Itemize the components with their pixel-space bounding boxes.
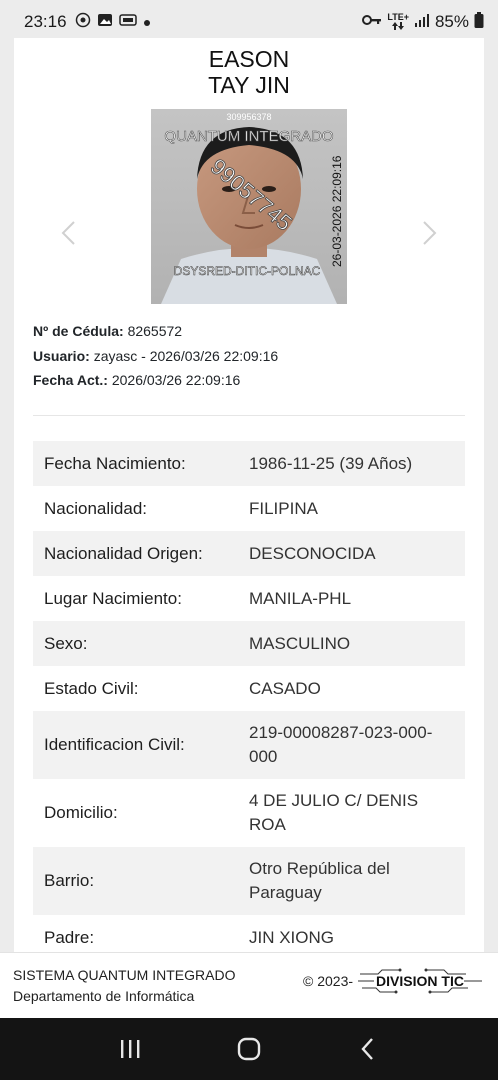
detail-label: Domicilio: (44, 803, 118, 822)
fecha-act-line: Fecha Act.: 2026/03/26 22:09:16 (33, 368, 278, 393)
detail-value: MANILA-PHL (249, 588, 352, 608)
detail-row-identificacion-civil: Identificacion Civil: 219-00008287-023-0… (33, 711, 465, 779)
fecha-act-label: Fecha Act.: (33, 372, 108, 388)
detail-label: Padre: (44, 927, 95, 947)
detail-value: DESCONOCIDA (249, 543, 376, 563)
person-first-name: EASON (208, 46, 290, 72)
vpn-key-icon (362, 12, 382, 32)
detail-label: Sexo: (44, 633, 88, 653)
home-button[interactable] (219, 1024, 279, 1074)
detail-value: 219-00008287-023-000-000 (249, 723, 433, 766)
photo-system-watermark: QUANTUM INTEGRADO (164, 128, 333, 145)
status-time: 23:16 (24, 12, 67, 31)
detail-label: Barrio: (44, 871, 95, 890)
notification-dot-icon (143, 12, 151, 32)
detail-value: 1986-11-25 (39 Años) (249, 453, 413, 473)
usuario-value: zayasc - 2026/03/26 22:09:16 (93, 347, 279, 364)
system-nav-bar (0, 1018, 498, 1080)
footer-system-name: SISTEMA QUANTUM INTEGRADO (13, 967, 236, 983)
detail-label: Identificacion Civil: (44, 735, 185, 754)
detail-value: FILIPINA (249, 498, 318, 518)
recent-apps-button[interactable] (100, 1024, 160, 1074)
home-icon (237, 1037, 261, 1061)
detail-row-estado-civil: Estado Civil: CASADO (33, 666, 465, 711)
signal-icon (414, 12, 430, 32)
division-tic-logo: DIVISION TIC (358, 968, 482, 994)
person-name: EASON TAY JIN (14, 46, 484, 98)
footer-copyright: © 2023- (303, 973, 354, 989)
person-photo: 309956378 QUANTUM INTEGRADO 99057745 26-… (151, 109, 347, 304)
usuario-label: Usuario: (33, 347, 90, 364)
logo-text: DIVISION TIC (376, 973, 464, 989)
recent-apps-icon (120, 1040, 140, 1058)
detail-label: Lugar Nacimiento: (44, 588, 182, 608)
detail-value: MASCULINO (249, 633, 351, 653)
back-icon (361, 1038, 374, 1060)
detail-label: Estado Civil: (44, 678, 139, 698)
hdr-icon (118, 12, 137, 32)
detail-row-nacionalidad: Nacionalidad: FILIPINA (33, 486, 465, 531)
photo-timestamp: 26-03-2026 22:09:16 (330, 155, 344, 267)
page-footer: SISTEMA QUANTUM INTEGRADO Departamento d… (0, 952, 498, 1018)
cedula-value: 8265572 (127, 323, 183, 339)
lte-label: LTE+ (387, 11, 409, 22)
section-divider (33, 415, 465, 416)
carousel-prev-icon[interactable] (58, 220, 80, 254)
detail-row-domicilio: Domicilio: 4 DE JULIO C/ DENIS ROA (33, 779, 465, 847)
usuario-line: Usuario: zayasc - 2026/03/26 22:09:16 (33, 344, 278, 369)
person-last-name: TAY JIN (208, 72, 290, 98)
battery-icon (474, 11, 484, 33)
detail-row-barrio: Barrio: Otro República del Paraguay (33, 847, 465, 915)
data-arrows-icon (392, 21, 405, 30)
detail-value: 4 DE JULIO C/ DENIS ROA (249, 791, 419, 834)
detail-row-fecha-nacimiento: Fecha Nacimiento: 1986-11-25 (39 Años) (33, 441, 465, 486)
detail-label: Nacionalidad Origen: (44, 543, 203, 563)
detail-row-lugar-nacimiento: Lugar Nacimiento: MANILA-PHL (33, 576, 465, 621)
detail-label: Nacionalidad: (44, 498, 148, 518)
cedula-line: Nº de Cédula: 8265572 (33, 319, 278, 344)
lte-indicator: LTE+ (387, 11, 409, 32)
details-table: Fecha Nacimiento: 1986-11-25 (39 Años) N… (33, 441, 465, 952)
detail-row-padre: Padre: JIN XIONG (33, 915, 465, 952)
footer-department: Departamento de Informática (13, 988, 195, 1004)
cedula-label: Nº de Cédula: (33, 323, 124, 339)
back-button[interactable] (338, 1024, 398, 1074)
record-meta: Nº de Cédula: 8265572 Usuario: zayasc - … (33, 319, 278, 393)
photo-footer-watermark: DSYSRED-DITIC-POLNAC (174, 264, 321, 278)
person-detail-card: EASON TAY JIN 309956378 QUANTUM INTEGRAD… (14, 38, 484, 952)
photo-svg: 309956378 QUANTUM INTEGRADO 99057745 26-… (151, 109, 347, 304)
battery-level: 85% (434, 12, 469, 31)
detail-label: Fecha Nacimiento: (44, 453, 186, 473)
whatsapp-icon (75, 12, 91, 33)
detail-row-sexo: Sexo: MASCULINO (33, 621, 465, 666)
photo-top-number: 309956378 (226, 112, 271, 122)
carousel-next-icon[interactable] (418, 220, 440, 254)
fecha-act-value: 2026/03/26 22:09:16 (111, 372, 241, 388)
detail-value: JIN XIONG (249, 927, 335, 947)
detail-value: Otro República del Paraguay (249, 859, 390, 902)
detail-value: CASADO (249, 678, 321, 698)
gallery-icon (97, 12, 113, 33)
detail-row-nacionalidad-origen: Nacionalidad Origen: DESCONOCIDA (33, 531, 465, 576)
